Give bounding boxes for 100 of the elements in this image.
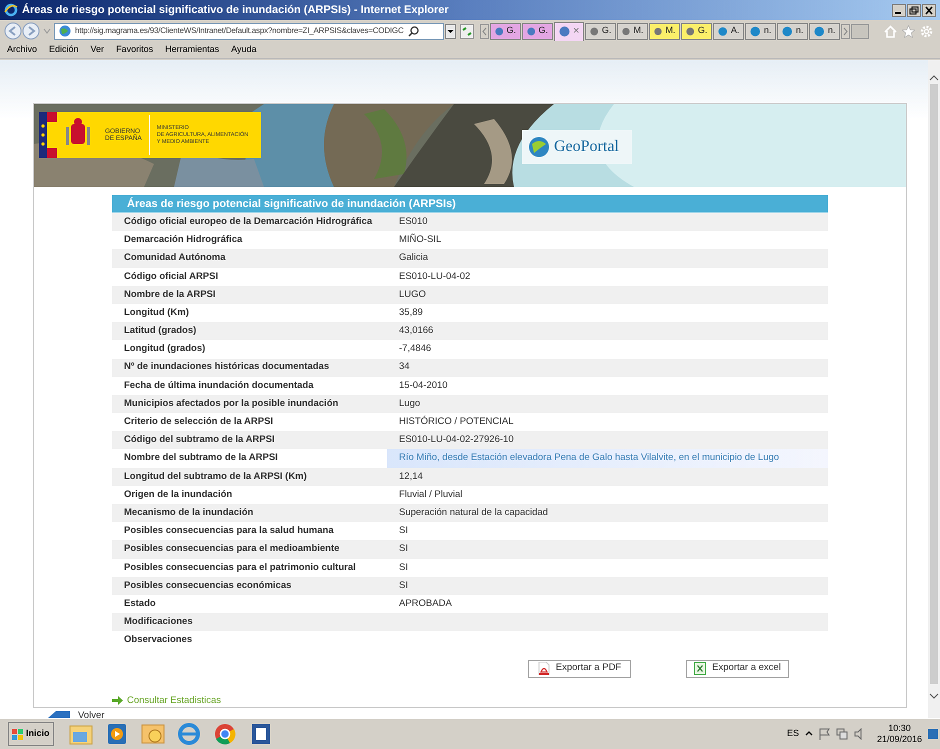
table-cell-text: Mecanismo de la inundación — [123, 506, 254, 520]
site-icon — [814, 26, 825, 36]
table-cell-text: Posibles consecuencias para el patrimonio cultural — [123, 560, 357, 575]
table-cell-text: 35,89 — [398, 306, 424, 320]
browser-tab[interactable]: G. — [522, 22, 553, 40]
table-cell-text: Estado — [123, 596, 157, 611]
browser-icon[interactable] — [176, 720, 202, 748]
browser-tab[interactable]: n. — [809, 22, 840, 40]
language-indicator[interactable]: ES — [786, 727, 799, 741]
arrow-left-icon — [48, 711, 70, 718]
new-tab-button[interactable] — [851, 24, 870, 38]
globe-icon — [528, 136, 550, 158]
chevron-up-icon[interactable] — [804, 730, 813, 738]
table-cell-text: 12,14 — [398, 470, 424, 484]
windows-logo-icon — [12, 728, 24, 740]
table-cell-text: Posibles consecuencias económicas — [123, 578, 292, 593]
table-cell-text: Longitud del subtramo de la ARPSI (Km) — [123, 470, 308, 484]
table-cell-text: MIÑO-SIL — [398, 232, 442, 248]
table-cell-text: ES010-LU-04-02-27926-10 — [398, 433, 515, 448]
table-cell-text: ES010-LU-04-02 — [398, 270, 472, 284]
site-icon — [622, 26, 630, 36]
table-title: Áreas de riesgo potencial significativo de inundación (ARPSIs) — [112, 195, 828, 213]
table-cell-text: Longitud (Km) — [123, 306, 190, 320]
table-cell-text: Nº de inundaciones históricas documentadas — [123, 360, 330, 374]
table-cell-text: Criterio de selección de la ARPSI — [123, 415, 274, 430]
table-cell-text: Origen de la inundación — [123, 488, 234, 502]
spreadsheet-icon — [694, 662, 706, 675]
table-cell-text: Nombre de la ARPSI — [123, 288, 217, 302]
table-cell: Río Miño, desde Estación elevadora Pena de Galo hasta Vilalvite, en el municipio de Lugo — [387, 449, 828, 468]
back-icon[interactable] — [4, 22, 22, 40]
menu-item[interactable]: Ayuda — [231, 43, 256, 57]
clock-date: 21/09/2016 — [876, 734, 922, 745]
scroll-left-icon[interactable] — [480, 24, 489, 38]
table-cell-text: LUGO — [398, 288, 427, 302]
clock-time: 10:30 — [888, 723, 911, 734]
table-cell-text: Municipios afectados por la posible inundación — [123, 396, 340, 411]
minimize-icon[interactable] — [892, 4, 906, 16]
browser-tab[interactable]: A. — [713, 22, 744, 40]
menu-item[interactable]: Favoritos — [116, 43, 154, 57]
table-cell-text: Fluvial / Pluvial — [398, 488, 464, 502]
table-cell-text: Fecha de última inundación documentada — [123, 378, 315, 393]
table-cell-text: Nombre del subtramo de la ARPSI — [123, 451, 279, 466]
table-cell-text: Lugo — [398, 396, 422, 411]
table-cell-text: Galicia — [398, 251, 430, 266]
menu-item[interactable]: Ver — [90, 43, 104, 57]
menu-item[interactable]: Edición — [49, 43, 79, 57]
table-cell-text: APROBADA — [398, 596, 453, 611]
table-cell-text: SI — [398, 542, 409, 556]
back-link[interactable]: Volver — [78, 709, 104, 718]
globe-icon — [59, 25, 71, 37]
site-icon — [686, 26, 695, 36]
site-icon — [495, 26, 504, 36]
flag-icon[interactable] — [818, 728, 830, 740]
site-icon — [750, 26, 761, 36]
site-icon — [527, 26, 536, 36]
scroll-down-icon[interactable] — [929, 692, 939, 700]
geoportal-logo: GeoPortal — [522, 130, 632, 164]
table-cell-text: HISTÓRICO / POTENCIAL — [398, 414, 515, 430]
menu-item[interactable]: Herramientas — [165, 43, 220, 57]
browser-tab[interactable]: G. — [490, 22, 521, 40]
network-icon[interactable] — [836, 728, 848, 740]
scroll-right-icon[interactable] — [841, 24, 850, 38]
dropdown-icon[interactable] — [445, 24, 456, 38]
site-icon — [718, 26, 728, 36]
site-icon — [559, 26, 570, 37]
restore-icon[interactable] — [907, 4, 921, 16]
table-cell-text: 43,0166 — [398, 324, 434, 338]
table-cell-text: Código oficial europeo de la Demarcación Hidrográfica — [123, 214, 374, 229]
browser-tab[interactable]: M. — [649, 22, 680, 40]
close-icon[interactable] — [922, 4, 936, 16]
browser-tab[interactable]: G. — [585, 22, 616, 40]
menu-item[interactable]: Archivo — [7, 43, 38, 57]
browser-tab[interactable]: M. — [617, 22, 648, 40]
scrollbar[interactable] — [928, 60, 940, 718]
table-cell-text: 15-04-2010 — [398, 378, 449, 393]
table-cell-text: SI — [398, 560, 409, 575]
table-cell-text: SI — [398, 524, 409, 538]
browser-tab[interactable]: n. — [777, 22, 808, 40]
browser-logo-icon — [4, 3, 18, 17]
star-icon[interactable] — [902, 24, 915, 38]
table-cell-text: ES010 — [398, 214, 429, 229]
table-cell-text: Comunidad Autónoma — [123, 251, 227, 266]
table-cell-text: SI — [398, 578, 409, 593]
table-cell-text: Demarcación Hidrográfica — [123, 233, 244, 248]
table-cell-text: Código oficial ARPSI — [123, 270, 220, 284]
start-button[interactable]: Inicio — [8, 722, 54, 746]
export-button[interactable]: Exportar a PDF — [528, 660, 631, 678]
scroll-up-icon[interactable] — [929, 74, 939, 82]
search-icon — [408, 26, 419, 36]
export-button[interactable]: Exportar a excel — [686, 660, 789, 678]
site-icon — [590, 26, 599, 36]
forward-icon[interactable] — [22, 22, 40, 40]
table-cell-text: Posibles consecuencias para el medioambiente — [123, 542, 340, 556]
table-cell-text: 34 — [398, 360, 411, 374]
table-cell-text: Latitud (grados) — [123, 324, 198, 338]
window-title: Áreas de riesgo potencial significativo de inundación (ARPSIs) - Internet Explorer — [22, 2, 449, 18]
table-cell-text: Superación natural de la capacidad — [398, 506, 549, 520]
browser-tab[interactable]: n. — [745, 22, 776, 40]
address-field[interactable]: http://sig.magrama.es/93/ClienteWS/Intranet/Default.aspx?nombre=ZI_ARPSIS&claves=CODIGC — [54, 22, 444, 40]
browser-tab[interactable]: G. — [681, 22, 712, 40]
